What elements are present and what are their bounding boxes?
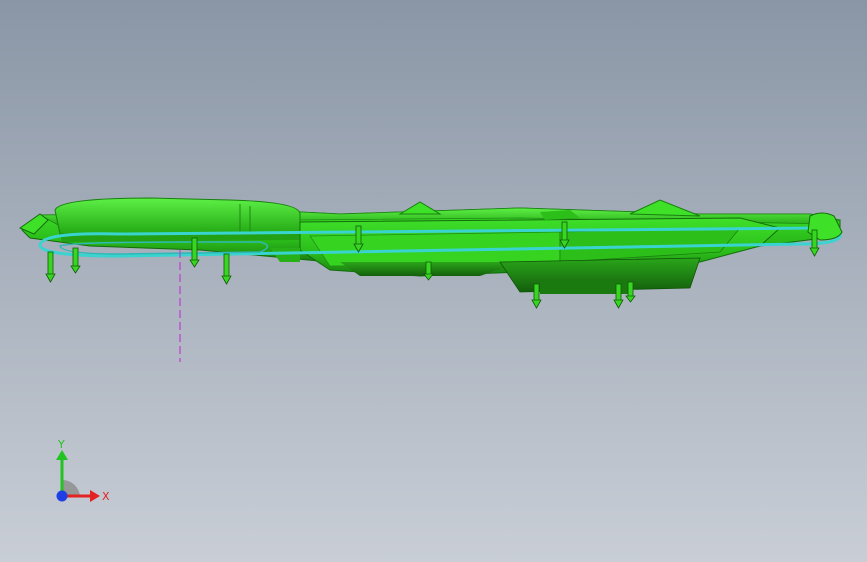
3d-model-part[interactable]: [0, 0, 867, 562]
z-axis-dot: [56, 490, 68, 502]
x-axis-arrowhead: [90, 490, 100, 502]
graphics-viewport[interactable]: Y X: [0, 0, 867, 562]
left-boss: [54, 197, 301, 242]
y-axis-arrowhead: [56, 450, 68, 460]
x-axis-label: X: [102, 490, 110, 503]
coordinate-triad: Y X: [40, 438, 120, 518]
pin: [221, 253, 232, 285]
y-axis-label: Y: [57, 438, 65, 451]
pin: [45, 251, 56, 283]
